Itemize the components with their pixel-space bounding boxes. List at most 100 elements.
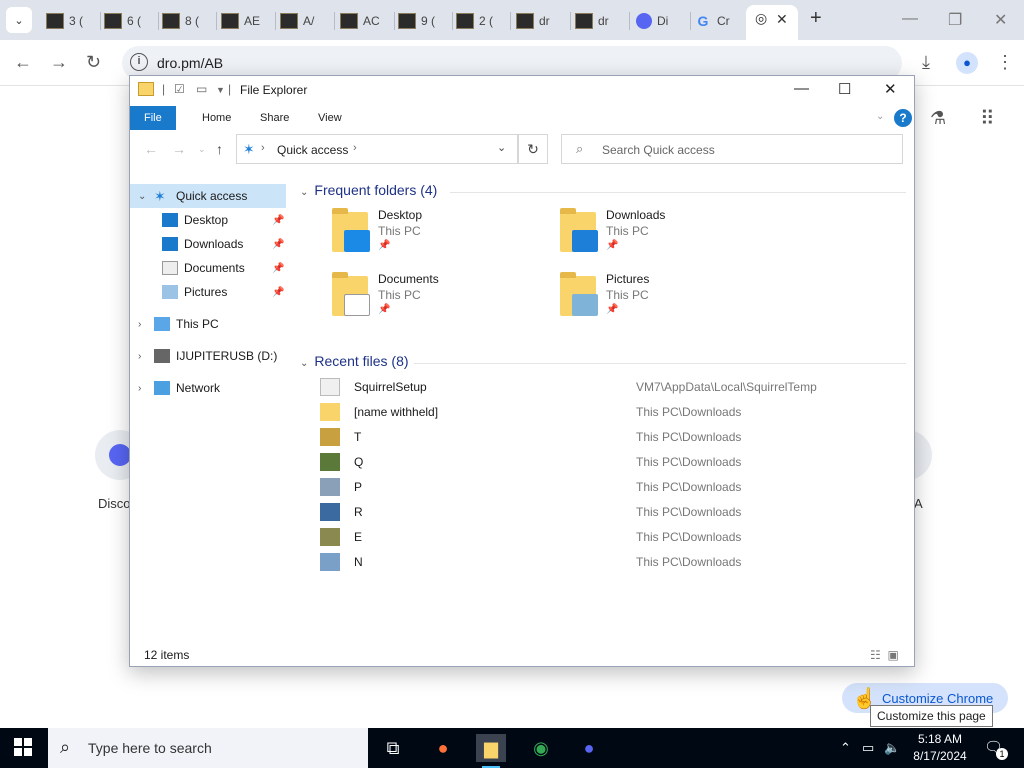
chrome-icon[interactable]: ◉ [526, 734, 556, 762]
tab-view[interactable]: View [304, 106, 356, 130]
chevron-right-icon[interactable]: › [138, 383, 141, 394]
recent-file-row[interactable]: [name withheld] This PC\Downloads [320, 401, 880, 423]
section-recent-files[interactable]: ⌄ Recent files (8) [300, 353, 409, 369]
file-name: SquirrelSetup [354, 380, 427, 394]
section-frequent-folders[interactable]: ⌄ Frequent folders (4) [300, 182, 437, 198]
folder-tile[interactable]: Pictures This PC 📌 [560, 272, 780, 330]
new-tab-button[interactable]: + [810, 7, 822, 30]
minimize-icon[interactable]: — [794, 80, 809, 97]
tab-label: AE [244, 14, 261, 28]
discord-icon [109, 444, 131, 466]
address-text: Quick access [277, 143, 349, 157]
up-icon[interactable]: ↑ [216, 141, 223, 157]
taskbar: ⌕ Type here to search ⧉ ● ▆ ◉ ● ⌃ ▭ 🔈 5:… [0, 728, 1024, 768]
browser-tab[interactable]: AC [340, 8, 390, 34]
recent-file-row[interactable]: Q This PC\Downloads [320, 451, 880, 473]
close-icon[interactable]: ✕ [994, 10, 1007, 30]
discord-icon[interactable]: ● [574, 734, 604, 762]
refresh-button[interactable]: ↻ [518, 134, 548, 164]
browser-tab[interactable]: 3 ( [46, 8, 96, 34]
expand-ribbon-icon[interactable]: ⌄ [876, 111, 884, 122]
file-name: E [354, 530, 363, 544]
large-icons-view-icon[interactable]: ▣ [887, 648, 898, 662]
recent-file-row[interactable]: E This PC\Downloads [320, 526, 880, 548]
chevron-right-icon[interactable]: › [138, 319, 141, 330]
labs-flask-icon[interactable]: ⚗ [930, 108, 946, 129]
tab-file[interactable]: File [130, 106, 176, 130]
close-icon[interactable]: ✕ [884, 80, 897, 98]
browser-tab[interactable]: Di [636, 8, 686, 34]
show-hidden-icons-icon[interactable]: ⌃ [840, 740, 851, 756]
chevron-down-icon[interactable]: ⌄ [138, 191, 146, 202]
new-folder-icon[interactable]: ▭ [196, 82, 207, 96]
sidebar-item[interactable]: › This PC [130, 312, 286, 336]
sidebar-item[interactable]: › Network [130, 376, 286, 400]
search-input[interactable]: ⌕ Search Quick access [561, 134, 903, 164]
sidebar-item[interactable]: ⌄ ✶ Quick access [130, 184, 286, 208]
recent-locations-icon[interactable]: ⌄ [198, 144, 206, 155]
download-icon[interactable]: ⤓ [922, 52, 930, 73]
task-view-icon[interactable]: ⧉ [378, 734, 408, 762]
active-tab[interactable] [746, 5, 798, 40]
browser-tab[interactable]: 6 ( [104, 8, 154, 34]
windows-start-icon[interactable] [14, 738, 32, 756]
recent-file-row[interactable]: P This PC\Downloads [320, 476, 880, 498]
taskbar-search-input[interactable]: ⌕ Type here to search [48, 728, 368, 768]
back-icon[interactable]: ← [14, 52, 32, 73]
details-view-icon[interactable]: ☷ [870, 648, 881, 662]
menu-icon[interactable]: ⋮ [996, 52, 1014, 73]
folder-tile[interactable]: Desktop This PC 📌 [332, 208, 552, 266]
recent-file-row[interactable]: T This PC\Downloads [320, 426, 880, 448]
breadcrumb-chevron-icon[interactable]: › [353, 142, 357, 154]
sidebar-item[interactable]: Pictures 📌 [130, 280, 286, 304]
browser-tab[interactable]: G Cr [694, 8, 744, 34]
help-icon[interactable]: ? [894, 109, 912, 127]
tab-home[interactable]: Home [188, 106, 245, 130]
sidebar-item[interactable]: Desktop 📌 [130, 208, 286, 232]
sidebar-label: This PC [176, 317, 219, 331]
browser-tab[interactable]: 8 ( [162, 8, 212, 34]
address-dropdown-icon[interactable]: ⌄ [497, 141, 506, 154]
recent-file-row[interactable]: SquirrelSetup VM7\AppData\Local\SquirrelT… [320, 376, 880, 398]
address-bar[interactable]: ✶ › Quick access › ⌄ [236, 134, 518, 164]
browser-tab[interactable]: AE [221, 8, 271, 34]
recent-file-row[interactable]: R This PC\Downloads [320, 501, 880, 523]
browser-tab[interactable]: dr [575, 8, 625, 34]
properties-icon[interactable]: ☑ [174, 82, 185, 96]
sidebar-item[interactable]: Downloads 📌 [130, 232, 286, 256]
profile-avatar[interactable]: ● [956, 52, 978, 74]
back-icon[interactable]: ← [144, 141, 158, 157]
forward-icon[interactable]: → [50, 52, 68, 73]
site-info-icon[interactable]: i [130, 53, 148, 71]
reload-icon[interactable]: ↻ [86, 52, 101, 73]
file-explorer-icon[interactable]: ▆ [476, 734, 506, 768]
browser-tab[interactable]: 2 ( [456, 8, 506, 34]
separator: | [162, 82, 166, 96]
network-icon[interactable]: ▭ [862, 740, 874, 756]
section-header: Frequent folders (4) [314, 182, 438, 198]
volume-muted-icon[interactable]: 🔈 [884, 740, 900, 756]
browser-tab[interactable]: A/ [280, 8, 330, 34]
minimize-icon[interactable]: — [902, 10, 918, 28]
restore-icon[interactable]: ❐ [948, 10, 962, 30]
url-text[interactable]: dro.pm/AB [157, 55, 223, 71]
browser-tab[interactable]: 9 ( [398, 8, 448, 34]
browser-tab[interactable]: dr [516, 8, 566, 34]
folder-tile[interactable]: Documents This PC 📌 [332, 272, 552, 330]
tab-share[interactable]: Share [246, 106, 303, 130]
tab-search-button[interactable]: ⌄ [6, 7, 32, 33]
sidebar-item[interactable]: Documents 📌 [130, 256, 286, 280]
firefox-icon[interactable]: ● [428, 734, 458, 762]
file-name: R [354, 505, 363, 519]
recent-file-row[interactable]: N This PC\Downloads [320, 551, 880, 573]
apps-grid-icon[interactable]: ⠿ [980, 106, 995, 131]
chevron-right-icon[interactable]: › [138, 351, 141, 362]
sidebar-item[interactable]: › IJUPITERUSB (D:) [130, 344, 286, 368]
tab-close-icon[interactable]: ✕ [776, 11, 788, 28]
customize-qat-icon[interactable]: ▼ [216, 85, 225, 95]
maximize-icon[interactable]: ☐ [838, 80, 851, 98]
folder-tile[interactable]: Downloads This PC 📌 [560, 208, 780, 266]
forward-icon[interactable]: → [172, 141, 186, 157]
folder-name: Documents [378, 272, 439, 286]
clock[interactable]: 5:18 AM 8/17/2024 [908, 731, 972, 765]
